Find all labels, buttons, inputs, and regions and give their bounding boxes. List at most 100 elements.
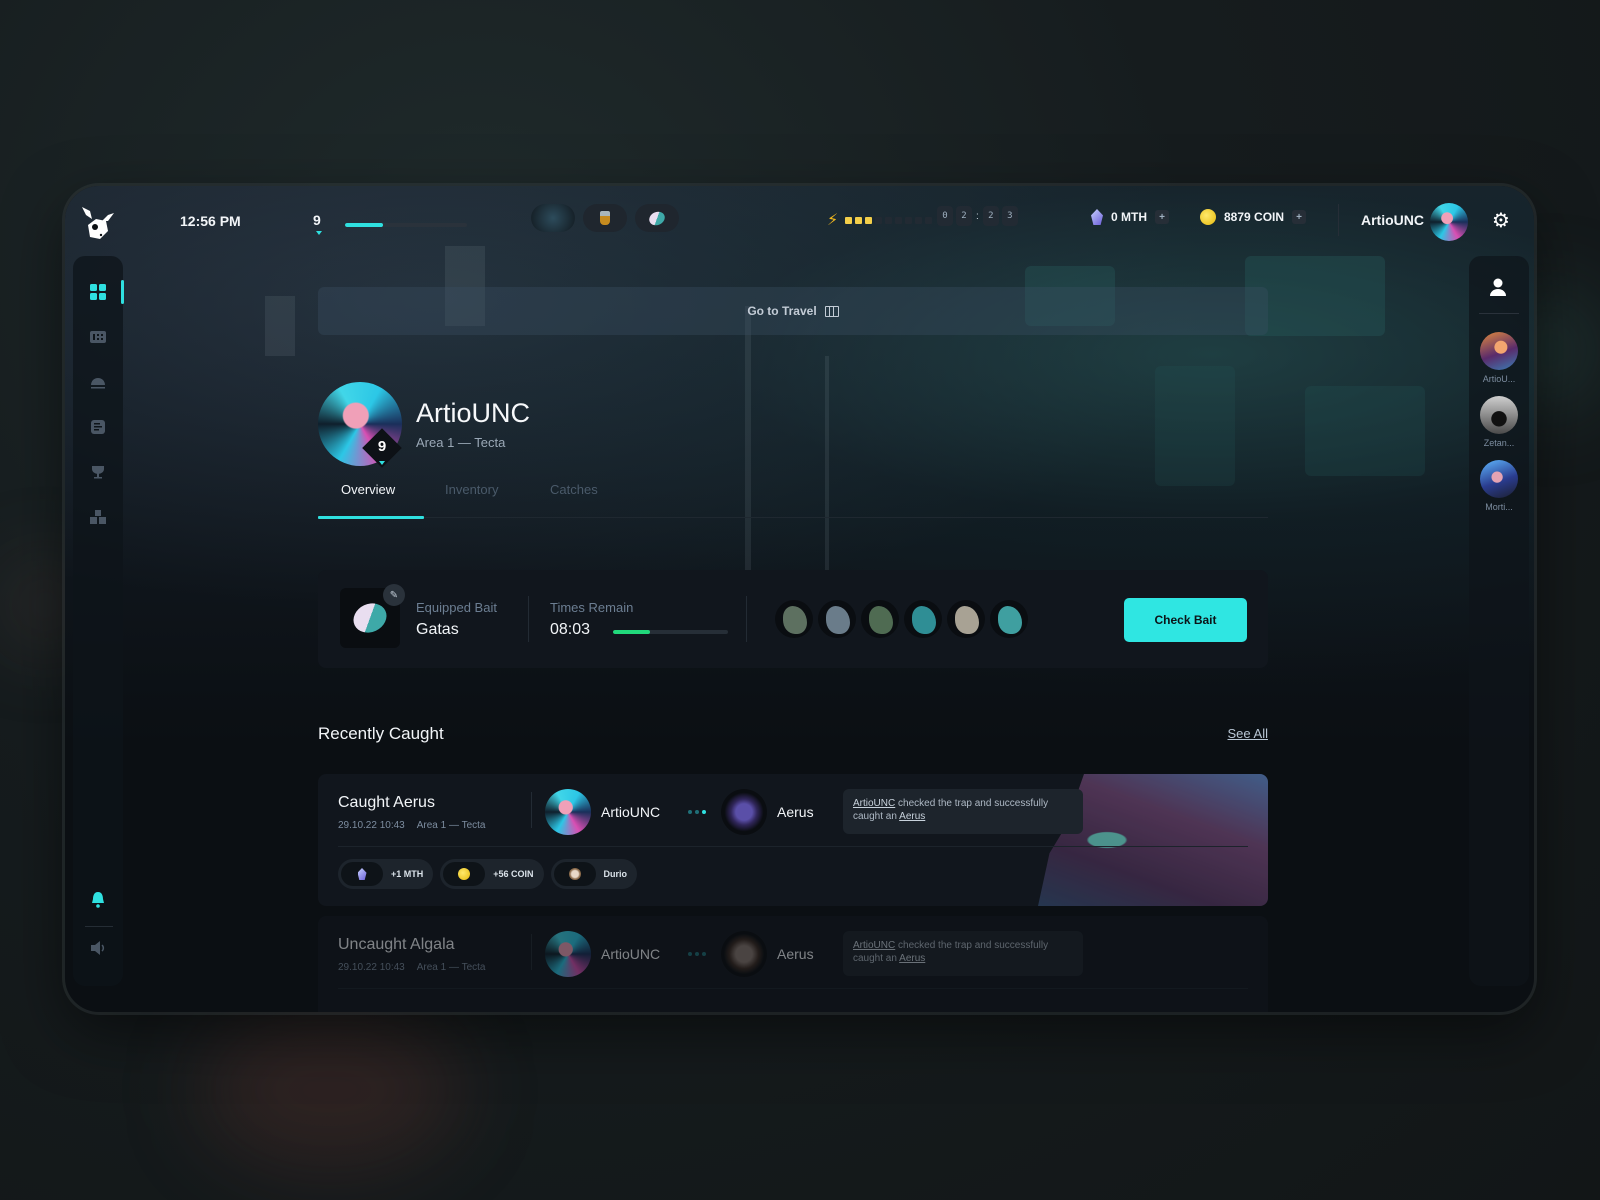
energy-segment — [865, 216, 873, 224]
energy-segment — [875, 216, 883, 224]
coin-icon — [458, 868, 471, 880]
bait-item-button[interactable] — [635, 204, 679, 232]
user-icon[interactable] — [1487, 276, 1509, 298]
equipped-bait-card: ✎ Equipped Bait Gatas Times Remain 08:03… — [318, 570, 1268, 668]
go-to-travel-button[interactable]: Go to Travel — [318, 287, 1268, 335]
level-badge-number: 9 — [377, 438, 387, 455]
divider — [528, 596, 529, 642]
catch-date: 29.10.22 10:43 — [338, 820, 405, 831]
creature-avatar[interactable] — [818, 600, 856, 638]
reward-label: +1 MTH — [391, 869, 424, 879]
player-name: ArtioUNC — [601, 946, 661, 962]
add-mth-button[interactable]: + — [1155, 210, 1169, 224]
map-item-button[interactable] — [531, 204, 575, 232]
catch-player: ArtioUNC — [545, 931, 660, 977]
bait-icon — [647, 208, 667, 228]
tab-inventory[interactable]: Inventory — [445, 482, 498, 497]
energy-segment — [855, 216, 863, 224]
equipped-bait-name: Gatas — [416, 621, 459, 638]
message-creature-link[interactable]: Aerus — [899, 953, 925, 964]
divider — [746, 596, 747, 642]
gear-icon[interactable]: ⚙ — [1489, 208, 1513, 232]
friend-item[interactable]: Morti... — [1473, 460, 1525, 512]
creature-avatar[interactable] — [861, 600, 899, 638]
reward-chip: Durio — [550, 859, 638, 889]
nav-dashboard[interactable] — [86, 280, 110, 304]
message-user-link[interactable]: ArtioUNC — [853, 798, 895, 809]
profile-area: Area 1 — Tecta — [416, 435, 506, 450]
nav-boxes[interactable] — [86, 505, 110, 529]
gem-icon — [1091, 209, 1103, 225]
reward-label: +56 COIN — [493, 869, 534, 879]
creature-avatar — [721, 789, 767, 835]
message-creature-link[interactable]: Aerus — [899, 811, 925, 822]
divider — [531, 792, 532, 828]
tab-overview[interactable]: Overview — [341, 482, 395, 497]
logo-icon[interactable] — [78, 203, 118, 243]
creature-avatar — [721, 931, 767, 977]
catch-area: Area 1 — Tecta — [416, 962, 486, 973]
see-all-link[interactable]: See All — [1228, 726, 1268, 741]
player-level: 9 — [313, 212, 321, 228]
profile-name: ArtioUNC — [416, 398, 531, 428]
nav-dome[interactable] — [86, 370, 110, 394]
boxes-icon — [90, 510, 106, 524]
divider — [531, 934, 532, 970]
level-caret-icon — [316, 231, 322, 235]
energy-segment — [885, 216, 893, 224]
coin-icon — [1200, 209, 1216, 225]
jar-item-button[interactable] — [583, 204, 627, 232]
nav-trophy[interactable] — [86, 460, 110, 484]
creature-avatar[interactable] — [990, 600, 1028, 638]
bell-icon — [92, 892, 104, 908]
profile-avatar: 9 — [318, 382, 402, 468]
durio-icon — [568, 868, 581, 880]
grid-icon — [90, 284, 106, 300]
tab-catches[interactable]: Catches — [550, 482, 598, 497]
sound-button[interactable] — [86, 936, 110, 960]
mth-balance: 0 MTH + — [1091, 209, 1169, 225]
catch-date: 29.10.22 10:43 — [338, 962, 405, 973]
note-icon — [91, 420, 105, 434]
clock: 12:56 PM — [180, 213, 241, 229]
speaker-icon — [91, 941, 105, 955]
friend-item[interactable]: Zetan... — [1473, 396, 1525, 448]
friend-item[interactable]: ArtioU... — [1473, 332, 1525, 384]
friend-name: ArtioU... — [1482, 374, 1516, 384]
check-bait-button[interactable]: Check Bait — [1124, 598, 1247, 642]
catch-title: Caught Aerus — [338, 794, 435, 811]
creature-avatar[interactable] — [904, 600, 942, 638]
friends-panel: ArtioU... Zetan... Morti... — [1469, 256, 1529, 986]
user-avatar[interactable] — [1430, 203, 1468, 241]
creature-avatar[interactable] — [775, 600, 813, 638]
profile-header: 9 ArtioUNC Area 1 — Tecta — [318, 382, 531, 468]
player-name: ArtioUNC — [601, 804, 661, 820]
divider — [1338, 204, 1339, 236]
xp-progress-bar — [345, 223, 467, 227]
nav-cards[interactable] — [86, 325, 110, 349]
friend-avatar — [1480, 396, 1518, 434]
divider — [338, 988, 1248, 989]
dome-icon — [91, 378, 105, 389]
player-avatar — [545, 931, 591, 977]
message-user-link[interactable]: ArtioUNC — [853, 940, 895, 951]
catch-message: ArtioUNC checked the trap and successful… — [843, 931, 1083, 976]
creature-avatar[interactable] — [947, 600, 985, 638]
catch-card[interactable]: Uncaught Algala 29.10.22 10:43 Area 1 — … — [318, 916, 1268, 1012]
energy-segment — [925, 216, 933, 224]
trophy-icon — [92, 466, 104, 479]
divider — [1479, 313, 1519, 314]
timer-separator: : — [976, 210, 979, 222]
edit-bait-button[interactable]: ✎ — [383, 584, 405, 606]
times-remain-label: Times Remain — [550, 600, 634, 615]
notifications-button[interactable] — [86, 888, 110, 912]
catch-card[interactable]: Caught Aerus 29.10.22 10:43 Area 1 — Tec… — [318, 774, 1268, 906]
background-glow — [200, 1010, 460, 1170]
recently-caught-title: Recently Caught — [318, 724, 444, 743]
catch-area: Area 1 — Tecta — [416, 820, 486, 831]
add-coin-button[interactable]: + — [1292, 210, 1307, 224]
username[interactable]: ArtioUNC — [1361, 212, 1424, 228]
coin-amount: 8879 COIN — [1224, 210, 1285, 224]
nav-notes[interactable] — [86, 415, 110, 439]
attracted-creatures — [775, 600, 1028, 638]
